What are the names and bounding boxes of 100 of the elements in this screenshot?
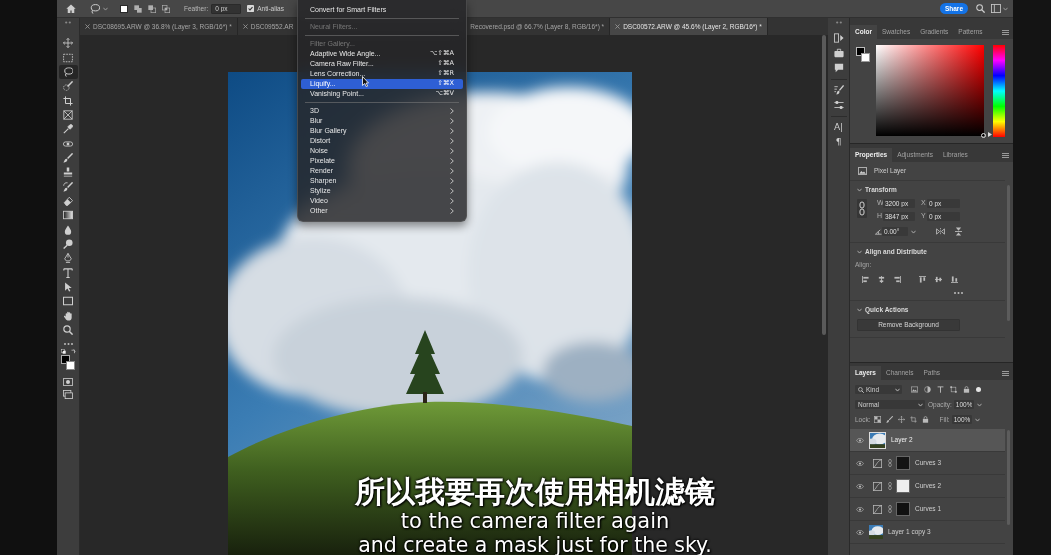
selection-brush-icon[interactable] [63,81,73,92]
scrollbar[interactable] [822,35,826,335]
panel-button[interactable]: ¶ [835,137,842,147]
briefcase-icon[interactable] [833,48,844,58]
panel-menu-icon[interactable] [1002,370,1009,376]
lollipop-icon[interactable] [63,239,73,249]
align-top-icon[interactable] [919,275,926,283]
squares-union-icon[interactable] [134,4,142,13]
bandage-icon[interactable] [63,138,73,149]
angle-icon [875,228,882,235]
eye-icon[interactable] [856,506,864,512]
frame-icon[interactable] [63,109,73,120]
anti-alias-checkbox[interactable] [247,5,255,12]
rectangle-icon[interactable] [63,296,73,307]
move-icon[interactable] [897,416,905,423]
caret-icon[interactable] [911,229,916,234]
more-icon[interactable] [954,291,963,294]
close-icon[interactable] [242,24,248,29]
image-icon[interactable] [911,386,918,393]
search-icon[interactable] [976,4,985,13]
move-icon[interactable] [63,38,73,49]
crop-marks-icon[interactable] [909,416,917,423]
type-icon[interactable] [63,267,73,278]
lasso-icon[interactable] [58,64,78,80]
chevron-icon[interactable] [857,188,862,192]
panel-layout-icon[interactable] [991,4,1001,13]
mask-thumbnail[interactable] [896,456,910,470]
grip-icon[interactable] [835,21,842,24]
marquee-icon[interactable] [63,52,73,63]
zoom-icon[interactable] [63,325,73,336]
stacked-windows-icon[interactable] [63,390,73,400]
chevron-icon[interactable] [857,250,862,254]
hue-slider[interactable] [988,45,1005,137]
mouse-cursor-icon [362,76,369,87]
align-left-icon[interactable] [862,275,869,283]
comment-icon[interactable] [833,63,844,73]
panel-button[interactable]: A| [833,122,844,132]
padlock-icon[interactable] [921,416,929,423]
link-icon[interactable] [857,199,867,218]
align-middle-icon[interactable] [935,275,942,283]
chevron-icon[interactable] [857,307,862,312]
checkerboard-icon[interactable] [873,416,881,423]
gradient-icon[interactable] [63,210,73,221]
layer-thumbnail[interactable] [869,525,883,539]
close-icon[interactable] [615,24,621,29]
align-bottom-icon[interactable] [951,275,958,283]
link-icon[interactable] [888,505,892,513]
mask-thumbnail[interactable] [896,479,910,493]
hue-marker-icon[interactable] [988,132,992,137]
squares-subtract-icon[interactable] [148,4,156,13]
eye-icon[interactable] [856,483,864,489]
drop-icon[interactable] [63,224,73,235]
pointer-icon[interactable] [63,282,73,292]
eye-icon[interactable] [856,437,864,443]
align-right-icon[interactable] [894,275,901,283]
pen-icon[interactable] [63,253,73,264]
brush-lines-icon[interactable] [833,85,844,95]
mask-icon[interactable] [63,378,73,387]
half-circle-icon[interactable] [924,386,931,393]
eraser-icon[interactable] [63,195,73,206]
subtitle-text: to the camera filter again [400,509,670,533]
play-list-icon[interactable] [833,33,844,43]
brush-arrow-icon[interactable] [63,181,73,192]
hand-icon[interactable] [63,310,73,321]
color-field[interactable] [876,45,984,136]
panel-menu-icon[interactable] [1002,152,1009,158]
sliders-icon[interactable] [833,100,844,110]
brush-icon[interactable] [63,152,73,163]
curved-arrow-icon[interactable] [71,349,76,355]
flip-vertical-icon[interactable] [955,227,962,236]
crop-icon[interactable] [63,95,73,106]
layer-thumbnail[interactable] [869,431,886,449]
shape-icon[interactable] [950,386,957,393]
type-icon[interactable] [937,386,944,393]
align-center-icon[interactable] [878,275,885,283]
background-swatch-icon[interactable] [66,361,75,371]
grip-icon[interactable] [65,21,71,24]
caret-icon[interactable] [976,402,982,407]
link-icon[interactable] [888,459,892,467]
caret-icon[interactable] [974,417,980,422]
square-icon[interactable] [120,4,128,13]
background-swatch-icon[interactable] [861,53,870,62]
toggle-dot-icon[interactable] [976,387,981,392]
eye-icon[interactable] [856,529,864,535]
small-swatches-icon[interactable] [61,349,66,355]
curves-icon [873,481,882,491]
panel-menu-icon[interactable] [1002,29,1009,35]
mask-thumbnail[interactable] [896,502,910,516]
link-icon[interactable] [888,482,892,490]
more-icon[interactable] [63,343,73,346]
flip-horizontal-icon[interactable] [936,228,945,235]
brush-icon[interactable] [885,416,893,423]
close-icon[interactable] [85,24,90,29]
eye-icon[interactable] [856,460,864,466]
eyedropper-icon[interactable] [63,124,73,135]
squares-intersect-icon[interactable] [162,4,170,13]
padlock-icon[interactable] [963,386,970,393]
stamp-icon[interactable] [63,167,73,178]
lasso-icon[interactable] [90,3,100,14]
home-icon[interactable] [66,4,76,13]
